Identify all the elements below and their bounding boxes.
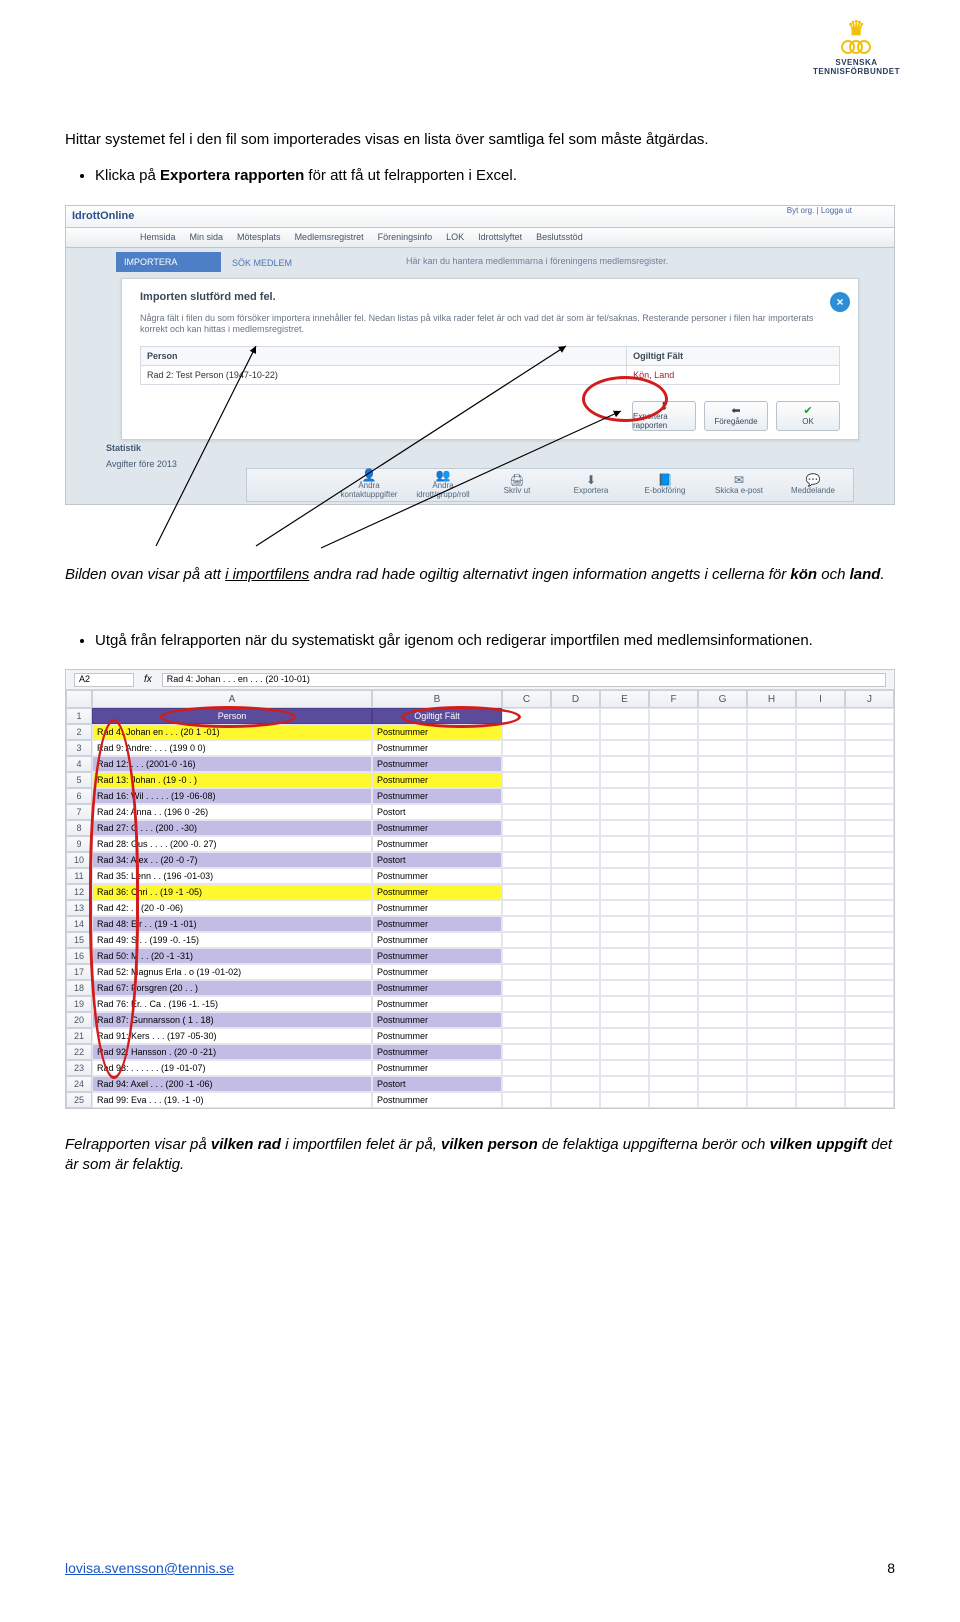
intro-text: Hittar systemet fel i den fil som import… (65, 130, 895, 150)
tb-print[interactable]: 🖨Skriv ut (483, 474, 551, 496)
table-row: 11Rad 35: Lenn . . (196 -01-03)Postnumme… (66, 868, 894, 884)
nav-medlemsregistret[interactable]: Medlemsregistret (291, 232, 368, 242)
th-person: Person (141, 346, 627, 365)
nav-beslutsstod[interactable]: Beslutsstöd (532, 232, 587, 242)
ok-button[interactable]: ✔ OK (776, 401, 840, 431)
previous-button[interactable]: ⬅ Föregående (704, 401, 768, 431)
table-row: 13Rad 42: . . (20 -0 -06)Postnummer (66, 900, 894, 916)
app-brand: IdrottOnline (72, 210, 134, 222)
tb-medd[interactable]: 💬Meddelande (779, 474, 847, 496)
nav-minsida[interactable]: Min sida (186, 232, 228, 242)
tab-importera[interactable]: IMPORTERA (116, 252, 221, 272)
table-row: 6Rad 16: Wil . . . . . (19 -06-08)Postnu… (66, 788, 894, 804)
table-row: 8Rad 27: G . . . (200 . -30)Postnummer (66, 820, 894, 836)
tb-export[interactable]: ⬇Exportera (557, 474, 625, 496)
nav-lok[interactable]: LOK (442, 232, 468, 242)
header-row: 1 Person Ogiltigt Fält (66, 708, 894, 724)
tb-kontakt[interactable]: 👤Ändra kontaktuppgifter (335, 469, 403, 500)
check-icon: ✔ (803, 405, 812, 417)
brand-logo: ♛ SVENSKA TENNISFÖRBUNDET (813, 20, 900, 76)
table-row: 19Rad 76: Er. . Ca . (196 -1. -15)Postnu… (66, 996, 894, 1012)
bullet-workflow: Utgå från felrapporten när du systematis… (95, 631, 895, 651)
caption-1: Bilden ovan visar på att i importfilens … (65, 565, 895, 585)
table-row: 20Rad 87: Gunnarsson ( 1 . 18)Postnummer (66, 1012, 894, 1028)
hdr-ogiltigt: Ogiltigt Fält (372, 708, 502, 724)
fx-icon: fx (144, 674, 152, 685)
page-number: 8 (887, 1560, 895, 1576)
tb-ebok[interactable]: 📘E-bokföring (631, 474, 699, 496)
table-row: 22Rad 92: Hansson . (20 -0 -21)Postnumme… (66, 1044, 894, 1060)
th-ogiltigt: Ogiltigt Fält (627, 346, 840, 365)
table-row: 9Rad 28: Gus . . . . (200 -0. 27)Postnum… (66, 836, 894, 852)
main-nav: Hemsida Min sida Mötesplats Medlemsregis… (66, 228, 894, 248)
table-row: 2Rad 4: Johan en . . . (20 1 -01)Postnum… (66, 724, 894, 740)
table-row: 15Rad 49: S . . (199 -0. -15)Postnummer (66, 932, 894, 948)
dialog-title: Importen slutförd med fel. (140, 291, 840, 303)
table-row: 12Rad 36: Chri . . (19 -1 -05)Postnummer (66, 884, 894, 900)
close-icon[interactable]: × (830, 292, 850, 312)
column-headers: A B C D E F G H I J (66, 690, 894, 708)
footer-email[interactable]: lovisa.svensson@tennis.se (65, 1560, 234, 1576)
nav-hemsida[interactable]: Hemsida (136, 232, 180, 242)
table-row: 5Rad 13: Johan . (19 -0 . )Postnummer (66, 772, 894, 788)
import-dialog: Importen slutförd med fel. Några fält i … (121, 278, 859, 440)
hdr-person: Person (92, 708, 372, 724)
nav-motesplats[interactable]: Mötesplats (233, 232, 285, 242)
table-row: 3Rad 9: Andre: . . . (199 0 0)Postnummer (66, 740, 894, 756)
screenshot-idrottonline: IdrottOnline Byt org. | Logga ut Hemsida… (65, 205, 895, 505)
formula-bar[interactable]: Rad 4: Johan . . . en . . . (20 -10-01) (162, 673, 886, 687)
table-row: 21Rad 91: Kers . . . (197 -05-30)Postnum… (66, 1028, 894, 1044)
td-person: Rad 2: Test Person (1947-10-22) (141, 365, 627, 384)
td-ogiltigt: Kön, Land (627, 365, 840, 384)
nav-idrottslyftet[interactable]: Idrottslyftet (474, 232, 526, 242)
name-box[interactable]: A2 (74, 673, 134, 687)
hint-text: Här kan du hantera medlemmarna i förenin… (406, 256, 668, 266)
bottom-toolbar: 👤Ändra kontaktuppgifter 👥Ändra idrott/gr… (246, 468, 854, 502)
brand-line1: SVENSKA (813, 58, 900, 67)
table-row: 14Rad 48: Eir . . (19 -1 -01)Postnummer (66, 916, 894, 932)
table-row: 23Rad 93: . . . . . . (19 -01-07)Postnum… (66, 1060, 894, 1076)
table-row: 7Rad 24: Anna . . (196 0 -26)Postort (66, 804, 894, 820)
rings-icon (813, 40, 900, 54)
brand-line2: TENNISFÖRBUNDET (813, 67, 900, 76)
dialog-message: Några fält i filen du som försöker impor… (140, 313, 840, 336)
side-labels: Statistik Avgifter före 2013 (106, 443, 177, 469)
table-row: 25Rad 99: Eva . . . (19. -1 -0)Postnumme… (66, 1092, 894, 1108)
table-row: 17Rad 52: Magnus Erla . o (19 -01-02)Pos… (66, 964, 894, 980)
arrow-left-icon: ⬅ (731, 405, 740, 417)
table-row: 18Rad 67: Forsgren (20 . . )Postnummer (66, 980, 894, 996)
table-row: 16Rad 50: M . . (20 -1 -31)Postnummer (66, 948, 894, 964)
table-row: 24Rad 94: Axel . . . (200 -1 -06)Postort (66, 1076, 894, 1092)
user-box[interactable]: Byt org. | Logga ut (787, 206, 852, 215)
tb-idrott[interactable]: 👥Ändra idrott/grupp/roll (409, 469, 477, 500)
table-row: 10Rad 34: Alex . . (20 -0 -7)Postort (66, 852, 894, 868)
tab-sok-medlem[interactable]: SÖK MEDLEM (226, 252, 298, 274)
table-row: 4Rad 12: . . . (2001-0 -16)Postnummer (66, 756, 894, 772)
export-report-button[interactable]: ⬇ Exportera rapporten (632, 401, 696, 431)
bullet-export: Klicka på Exportera rapporten för att få… (95, 166, 895, 186)
screenshot-excel: A2 fx Rad 4: Johan . . . en . . . (20 -1… (65, 669, 895, 1109)
error-table: Person Ogiltigt Fält Rad 2: Test Person … (140, 346, 840, 385)
nav-foreningsinfo[interactable]: Föreningsinfo (374, 232, 437, 242)
caption-2: Felrapporten visar på vilken rad i impor… (65, 1135, 895, 1176)
crown-icon: ♛ (813, 20, 900, 38)
tb-epost[interactable]: ✉Skicka e-post (705, 474, 773, 496)
